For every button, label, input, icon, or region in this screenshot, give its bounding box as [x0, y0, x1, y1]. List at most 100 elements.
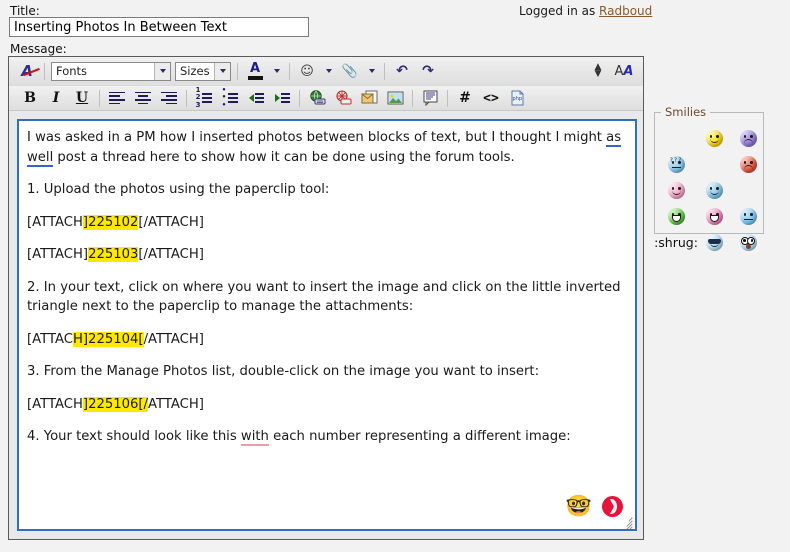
smiley-wink-icon[interactable] — [706, 182, 723, 199]
font-size-select[interactable]: Sizes — [175, 62, 231, 81]
insert-quote-icon[interactable] — [418, 87, 442, 110]
message-textarea[interactable]: I was asked in a PM how I inserted photo… — [17, 119, 637, 531]
smiley-cool-icon[interactable] — [706, 234, 723, 251]
toolbar-separator — [447, 90, 448, 107]
insert-link-icon[interactable] — [305, 87, 329, 110]
indent-icon[interactable] — [270, 87, 294, 110]
toolbar-separator — [299, 90, 300, 107]
text-run: post a thread here to show how it can be… — [53, 150, 514, 165]
smiley-shrug-code[interactable]: :shrug: — [654, 235, 698, 250]
title-label: Title: — [10, 4, 40, 18]
toolbar-separator — [237, 63, 238, 80]
message-paragraph-intro: I was asked in a PM how I inserted photo… — [27, 128, 625, 167]
text-run: [ATTACH] — [27, 247, 88, 262]
logged-in-username-link[interactable]: Radboud — [599, 4, 652, 18]
highlighted-text: 225103 — [88, 247, 138, 262]
logged-in-status: Logged in as Radboud — [519, 4, 652, 18]
font-size-stepper-icon[interactable]: ▲▼ — [586, 60, 610, 83]
smiley-icon[interactable]: ☺ — [295, 60, 319, 83]
smiley-confused-icon[interactable]: ??? — [668, 156, 685, 173]
font-size-value: Sizes — [176, 64, 214, 78]
smilies-legend: Smilies — [661, 105, 710, 119]
insert-email-icon[interactable] — [357, 87, 381, 110]
message-paragraph-step1: 1. Upload the photos using the paperclip… — [27, 180, 625, 200]
font-color-dropdown-icon[interactable] — [269, 60, 284, 83]
text-run: [ATTACH — [27, 397, 83, 412]
italic-button[interactable]: I — [44, 87, 68, 110]
text-run: 2. In your text, click on where you want… — [27, 280, 621, 315]
title-input[interactable] — [9, 17, 309, 37]
chevron-down-icon[interactable] — [154, 63, 170, 80]
message-paragraph-attach-225103: [ATTACH]225103[/ATTACH] — [27, 245, 625, 265]
text-run: [ATTACH — [27, 215, 83, 230]
align-right-icon[interactable] — [157, 87, 181, 110]
message-paragraph-step4: 4. Your text should look like this with … — [27, 427, 625, 447]
align-left-icon[interactable] — [105, 87, 129, 110]
message-body-content[interactable]: I was asked in a PM how I inserted photo… — [19, 121, 635, 447]
chevron-down-icon[interactable] — [214, 63, 230, 80]
logged-in-prefix: Logged in as — [519, 4, 599, 18]
underline-button[interactable]: U — [70, 87, 94, 110]
unordered-list-icon[interactable]: ••• — [218, 87, 242, 110]
text-run: [/ATTACH] — [138, 247, 204, 262]
editor-inline-indicators: 🤓 — [566, 496, 623, 517]
toggle-rich-text-icon[interactable]: AA — [612, 60, 636, 83]
text-run: ATTACH] — [148, 397, 204, 412]
nerd-face-emoji: 🤓 — [566, 496, 592, 517]
message-editor-panel: A Fonts Sizes A ☺ 📎 ↶ ↷ — [8, 56, 644, 540]
toolbar-separator — [384, 63, 385, 80]
message-paragraph-attach-225102: [ATTACH]225102[/ATTACH] — [27, 213, 625, 233]
smiley-biggrin-icon[interactable] — [668, 208, 685, 225]
text-run: 1. Upload the photos using the paperclip… — [27, 182, 329, 197]
smiley-rolleyes-icon[interactable] — [740, 208, 757, 225]
paperclip-dropdown-icon[interactable] — [364, 60, 379, 83]
text-run: [/ATTACH] — [138, 215, 204, 230]
remove-link-icon[interactable] — [331, 87, 355, 110]
redo-icon[interactable]: ↷ — [416, 60, 440, 83]
text-run: [ATTAC — [27, 332, 73, 347]
message-label: Message: — [10, 42, 67, 56]
smiley-eek-icon[interactable] — [740, 234, 757, 251]
resize-handle[interactable] — [619, 513, 633, 527]
editor-toolbar-row-2: B I U 123 ••• — [9, 86, 643, 111]
smiley-dropdown-icon[interactable] — [321, 60, 336, 83]
page-root: Title: Logged in as Radboud Message: A F… — [0, 0, 790, 552]
message-paragraph-step2: 2. In your text, click on where you want… — [27, 278, 625, 317]
font-family-value: Fonts — [52, 64, 154, 78]
text-run: 3. From the Manage Photos list, double-c… — [27, 364, 539, 379]
highlighted-text: ]225102 — [83, 215, 139, 230]
smiley-mad-icon[interactable] — [740, 130, 757, 147]
font-family-select[interactable]: Fonts — [51, 62, 171, 81]
message-paragraph-attach-225106: [ATTACH]225106[/ATTACH] — [27, 395, 625, 415]
message-paragraph-attach-225104: [ATTACH]225104[/ATTACH] — [27, 330, 625, 350]
email-page-glyph — [361, 90, 378, 106]
php-file-glyph: php — [509, 90, 526, 106]
smiley-blush-icon[interactable] — [706, 208, 723, 225]
globe-link-glyph — [309, 90, 326, 106]
ordered-list-icon[interactable]: 123 — [192, 87, 216, 110]
outdent-icon[interactable] — [244, 87, 268, 110]
highlighted-text: H]225104[ — [73, 332, 144, 347]
insert-image-icon[interactable] — [383, 87, 407, 110]
paperclip-icon[interactable]: 📎 — [338, 60, 362, 83]
picture-glyph — [387, 90, 404, 106]
smiley-angry-icon[interactable] — [740, 156, 757, 173]
quote-bubble-glyph — [422, 90, 439, 106]
insert-php-icon[interactable]: php — [505, 87, 529, 110]
remove-formatting-icon[interactable]: A — [15, 60, 39, 83]
insert-code-hash-icon[interactable]: # — [453, 87, 477, 110]
insert-html-icon[interactable]: <> — [479, 87, 503, 110]
toolbar-separator — [186, 90, 187, 107]
text-run: I was asked in a PM how I inserted photo… — [27, 130, 606, 145]
smiley-smile-icon[interactable] — [706, 130, 723, 147]
undo-icon[interactable]: ↶ — [390, 60, 414, 83]
smiley-tongue-icon[interactable] — [668, 182, 685, 199]
font-color-icon[interactable]: A — [243, 60, 267, 83]
bold-button[interactable]: B — [18, 87, 42, 110]
align-center-icon[interactable] — [131, 87, 155, 110]
message-paragraph-step3: 3. From the Manage Photos list, double-c… — [27, 362, 625, 382]
svg-text:php: php — [512, 96, 522, 102]
toolbar-separator — [99, 90, 100, 107]
broken-link-glyph — [335, 90, 352, 106]
toolbar-separator — [289, 63, 290, 80]
